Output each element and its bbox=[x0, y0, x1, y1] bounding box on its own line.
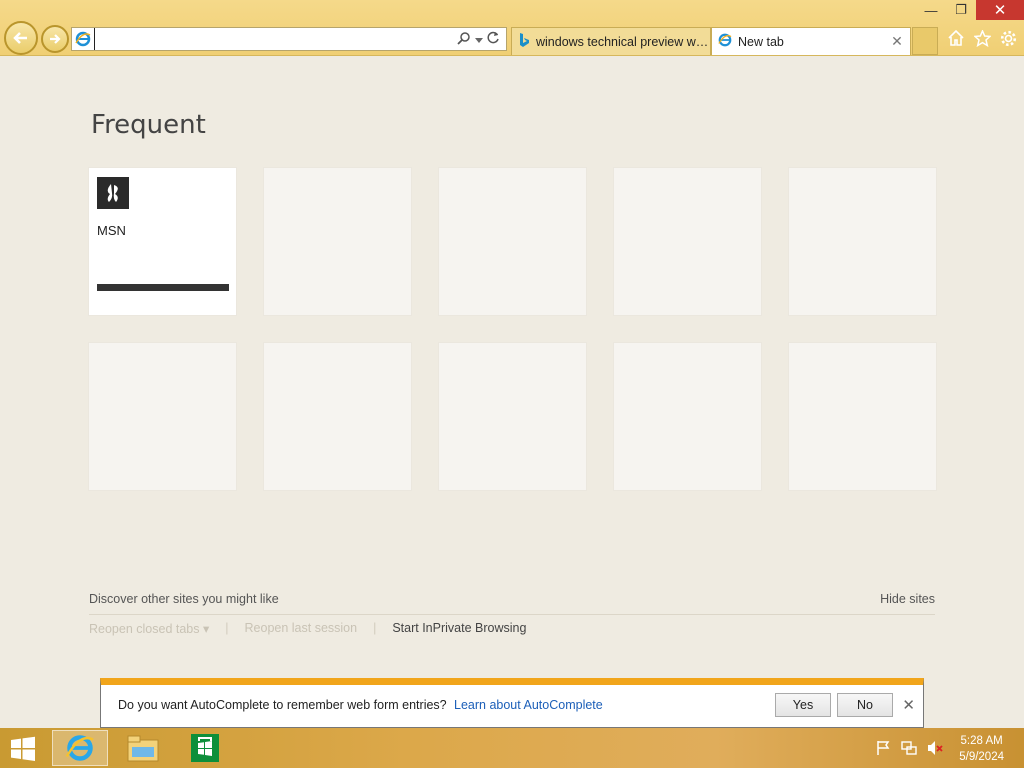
back-button[interactable] bbox=[4, 21, 38, 55]
address-input[interactable] bbox=[94, 28, 457, 50]
back-arrow-icon bbox=[13, 32, 27, 44]
dropdown-arrow-icon[interactable] bbox=[475, 32, 483, 47]
start-button[interactable] bbox=[6, 735, 40, 763]
tile-empty[interactable] bbox=[88, 342, 237, 491]
search-icon[interactable] bbox=[457, 31, 471, 48]
separator: | bbox=[373, 621, 377, 635]
file-explorer-icon bbox=[127, 735, 159, 762]
address-tools bbox=[457, 31, 506, 48]
tile-empty[interactable] bbox=[613, 342, 762, 491]
chevron-down-icon: ▾ bbox=[202, 622, 210, 636]
restore-button[interactable]: ❐ bbox=[946, 0, 976, 20]
taskbar-store[interactable] bbox=[177, 730, 233, 766]
tile-empty[interactable] bbox=[263, 342, 412, 491]
learn-autocomplete-link[interactable]: Learn about AutoComplete bbox=[454, 698, 603, 712]
close-window-button[interactable]: ✕ bbox=[976, 0, 1024, 20]
internet-explorer-icon bbox=[65, 735, 94, 761]
autocomplete-notification-bar: Do you want AutoComplete to remember web… bbox=[100, 678, 924, 728]
msn-butterfly-icon bbox=[97, 177, 129, 209]
taskbar: 5:28 AM 5/9/2024 bbox=[0, 728, 1024, 768]
divider bbox=[89, 614, 935, 615]
address-bar bbox=[71, 27, 507, 51]
clock-date: 5/9/2024 bbox=[959, 751, 1004, 763]
session-links: Reopen closed tabs ▾ | Reopen last sessi… bbox=[89, 621, 526, 636]
action-center-flag-icon[interactable] bbox=[874, 739, 892, 757]
ie-icon bbox=[72, 31, 94, 47]
notification-message: Do you want AutoComplete to remember web… bbox=[118, 698, 447, 712]
tab-windows-technical-preview[interactable]: windows technical preview wal... bbox=[511, 27, 711, 55]
close-notification-icon[interactable]: ✕ bbox=[902, 696, 915, 714]
browser-chrome: — ❐ ✕ windows technical preview wal... N… bbox=[0, 0, 1024, 56]
tab-title: New tab bbox=[738, 34, 784, 49]
taskbar-file-explorer[interactable] bbox=[115, 730, 171, 766]
no-button[interactable]: No bbox=[837, 693, 893, 717]
reopen-last-session-link[interactable]: Reopen last session bbox=[245, 621, 358, 636]
toolbar-icons bbox=[946, 28, 1018, 48]
yes-button[interactable]: Yes bbox=[775, 693, 831, 717]
system-tray bbox=[874, 739, 944, 757]
tile-empty[interactable] bbox=[613, 167, 762, 316]
window-controls: — ❐ ✕ bbox=[916, 0, 1024, 22]
tab-title: windows technical preview wal... bbox=[536, 34, 710, 49]
discover-sites-link[interactable]: Discover other sites you might like bbox=[89, 592, 279, 606]
hide-sites-link[interactable]: Hide sites bbox=[880, 592, 935, 606]
tile-empty[interactable] bbox=[788, 342, 937, 491]
tab-new-tab[interactable]: New tab ✕ bbox=[711, 27, 911, 55]
windows-logo-icon bbox=[11, 736, 35, 761]
store-icon bbox=[191, 734, 219, 762]
reopen-closed-tabs-link[interactable]: Reopen closed tabs ▾ bbox=[89, 621, 209, 636]
volume-muted-icon[interactable] bbox=[926, 739, 944, 757]
frequent-heading: Frequent bbox=[91, 110, 206, 140]
refresh-icon[interactable] bbox=[487, 31, 500, 47]
network-icon[interactable] bbox=[900, 739, 918, 757]
bing-icon bbox=[518, 33, 530, 50]
tile-msn[interactable]: MSN bbox=[88, 167, 237, 316]
taskbar-internet-explorer[interactable] bbox=[52, 730, 108, 766]
minimize-button[interactable]: — bbox=[916, 0, 946, 20]
clock[interactable]: 5:28 AM 5/9/2024 bbox=[959, 733, 1004, 765]
forward-arrow-icon bbox=[50, 34, 61, 44]
reopen-closed-tabs-label: Reopen closed tabs bbox=[89, 622, 200, 636]
close-tab-icon[interactable]: ✕ bbox=[888, 33, 906, 50]
home-icon[interactable] bbox=[946, 28, 966, 48]
tile-empty[interactable] bbox=[263, 167, 412, 316]
settings-gear-icon[interactable] bbox=[998, 28, 1018, 48]
new-tab-button[interactable] bbox=[912, 27, 938, 55]
favorites-star-icon[interactable] bbox=[972, 28, 992, 48]
ie-icon bbox=[718, 33, 732, 50]
tile-empty[interactable] bbox=[438, 167, 587, 316]
tile-empty[interactable] bbox=[788, 167, 937, 316]
tile-label: MSN bbox=[97, 223, 126, 238]
separator: | bbox=[225, 621, 229, 635]
forward-button[interactable] bbox=[41, 25, 69, 53]
tile-empty[interactable] bbox=[438, 342, 587, 491]
tile-accent-bar bbox=[97, 284, 229, 291]
start-inprivate-link[interactable]: Start InPrivate Browsing bbox=[392, 621, 526, 636]
clock-time: 5:28 AM bbox=[960, 735, 1003, 747]
